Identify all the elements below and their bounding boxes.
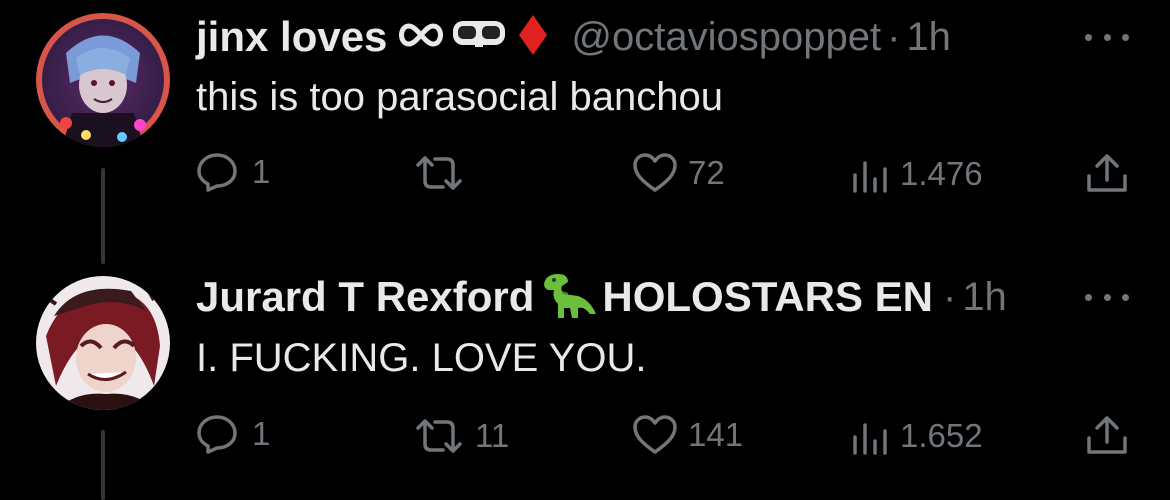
share-button[interactable]	[1085, 414, 1129, 456]
thread-line	[101, 168, 105, 264]
view-count: 1.652	[900, 417, 983, 454]
tweet-header: Jurard T Rexford HOLOSTARS EN · 1h	[196, 272, 1007, 322]
red-diamond-icon	[517, 13, 549, 62]
view-count: 1.476	[900, 155, 983, 192]
heart-icon	[633, 415, 677, 454]
like-count: 72	[688, 154, 725, 191]
display-name-suffix[interactable]: HOLOSTARS EN	[602, 273, 933, 321]
retweet-icon	[416, 156, 462, 190]
like-button[interactable]: 141	[632, 415, 743, 455]
timestamp[interactable]: 1h	[906, 15, 951, 60]
views-button[interactable]: 1.476	[850, 155, 983, 193]
reply-count: 1	[252, 415, 271, 452]
more-options-icon[interactable]	[1085, 294, 1129, 301]
heart-icon	[633, 153, 677, 192]
share-icon	[1087, 416, 1127, 454]
retweet-button[interactable]	[413, 155, 475, 191]
avatar[interactable]	[36, 276, 170, 410]
timestamp[interactable]: 1h	[962, 275, 1007, 320]
reply-button[interactable]: 1	[196, 414, 270, 454]
views-button[interactable]: 1.652	[850, 417, 983, 455]
reply-button[interactable]: 1	[196, 152, 270, 192]
goggles-icon	[451, 17, 507, 58]
reply-count: 1	[252, 153, 271, 190]
separator-dot: ·	[942, 274, 957, 319]
like-button[interactable]: 72	[632, 153, 725, 193]
retweet-count: 11	[475, 417, 510, 454]
handle[interactable]: @octaviospoppet	[571, 15, 881, 60]
like-count: 141	[688, 416, 744, 453]
display-name[interactable]: Jurard T Rexford	[196, 273, 534, 321]
separator-dot: ·	[887, 14, 901, 59]
reply-icon	[197, 415, 237, 454]
thread-line	[101, 430, 105, 500]
views-icon	[853, 423, 887, 455]
views-icon	[853, 161, 887, 193]
share-button[interactable]	[1085, 152, 1129, 194]
more-options-icon[interactable]	[1085, 34, 1129, 41]
tweet-text: I. FUCKING. LOVE YOU.	[196, 336, 647, 380]
t-rex-icon	[538, 270, 600, 325]
tweet-text: this is too parasocial banchou	[196, 75, 723, 119]
display-name[interactable]: jinx loves	[196, 13, 387, 61]
avatar[interactable]	[36, 13, 170, 147]
infinity-icon	[397, 22, 445, 53]
retweet-icon	[416, 419, 462, 453]
retweet-button[interactable]: 11	[413, 417, 509, 455]
share-icon	[1087, 154, 1127, 192]
reply-icon	[197, 153, 237, 192]
tweet-header: jinx loves @octaviospoppet · 1h	[196, 12, 951, 62]
